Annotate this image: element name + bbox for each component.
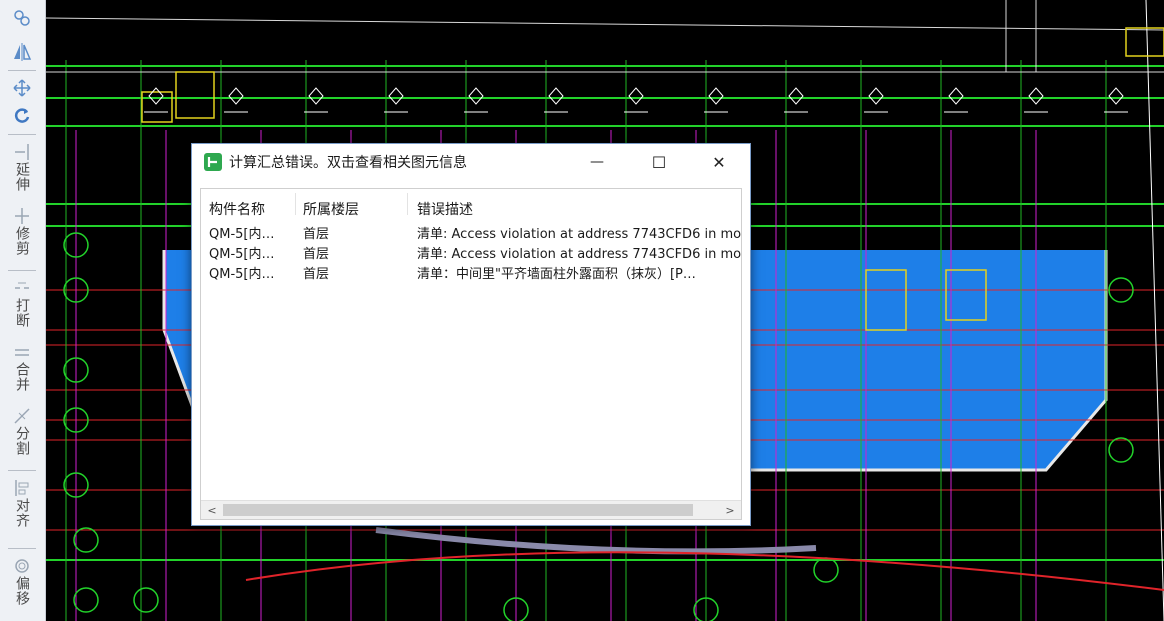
elevation-marker (388, 87, 404, 105)
elevation-marker (1108, 87, 1124, 105)
axis-bubble (813, 557, 839, 583)
mirror-icon (11, 42, 33, 62)
maximize-button[interactable]: ☐ (636, 144, 682, 180)
break-icon (11, 278, 33, 298)
elevation-marker (228, 87, 244, 105)
offset-icon (11, 556, 33, 576)
stair-outline (141, 91, 173, 123)
copy-icon (11, 8, 33, 28)
column-header-description[interactable]: 错误描述 (417, 199, 473, 219)
extend-icon (11, 142, 33, 162)
floor-name: 首层 (303, 267, 330, 282)
extend-label: 延伸 (14, 162, 30, 192)
error-description: 清单: Access violation at address 7743CFD6… (417, 247, 742, 262)
scroll-right-button[interactable]: > (721, 501, 739, 519)
mirror-button[interactable] (6, 42, 38, 62)
dialog-titlebar[interactable]: 计算汇总错误。双击查看相关图元信息 — ☐ ✕ (192, 144, 750, 180)
stair-outline (1125, 27, 1164, 57)
offset-label: 偏移 (14, 576, 30, 606)
ramp-path (375, 527, 817, 555)
modify-toolbar: 延伸 修剪 打断 合并 分割 对齐 偏移 (0, 0, 46, 621)
error-row[interactable]: QM-5[内… 首层 清单：中间里"平齐墙面柱外露面积（抹灰）[P… (201, 265, 741, 285)
break-button[interactable]: 打断 (6, 278, 38, 328)
trim-label: 修剪 (14, 226, 30, 256)
axis-bubble (133, 587, 159, 613)
floor-name: 首层 (303, 247, 330, 262)
toolbar-separator (8, 470, 36, 471)
extend-button[interactable]: 延伸 (6, 142, 38, 192)
toolbar-separator (8, 548, 36, 549)
scroll-left-button[interactable]: < (203, 501, 221, 519)
error-description: 清单：中间里"平齐墙面柱外露面积（抹灰）[P… (417, 267, 696, 282)
elevation-marker (868, 87, 884, 105)
move-button[interactable] (6, 78, 38, 98)
error-list[interactable]: 构件名称 所属楼层 错误描述 QM-5[内… 首层 清单: Access vio… (200, 188, 742, 520)
floor-name: 首层 (303, 227, 330, 242)
component-name: QM-5[内… (209, 267, 275, 282)
column-divider[interactable] (295, 193, 296, 215)
dialog-title: 计算汇总错误。双击查看相关图元信息 (229, 155, 467, 171)
axis-bubble (73, 587, 99, 613)
elevation-marker (948, 87, 964, 105)
mirror-copy-button[interactable] (6, 8, 38, 28)
cad-line (1145, 0, 1164, 621)
minimize-button[interactable]: — (574, 144, 620, 180)
stair-outline (175, 71, 215, 119)
merge-button[interactable]: 合并 (6, 342, 38, 392)
component-name: QM-5[内… (209, 247, 275, 262)
scrollbar-thumb[interactable] (223, 504, 693, 516)
elevation-marker (468, 87, 484, 105)
elevation-marker (788, 87, 804, 105)
break-label: 打断 (14, 298, 30, 328)
error-row[interactable]: QM-5[内… 首层 清单: Access violation at addre… (201, 245, 741, 265)
elevation-marker (708, 87, 724, 105)
split-icon (11, 406, 33, 426)
rotate-button[interactable] (6, 106, 38, 126)
merge-label: 合并 (14, 362, 30, 392)
split-label: 分割 (14, 426, 30, 456)
rotate-icon (11, 106, 33, 126)
align-icon (11, 478, 33, 498)
column-divider[interactable] (407, 193, 408, 215)
close-button[interactable]: ✕ (696, 144, 742, 180)
calculation-error-dialog: 计算汇总错误。双击查看相关图元信息 — ☐ ✕ 构件名称 所属楼层 错误描述 Q… (191, 143, 751, 526)
merge-icon (11, 342, 33, 362)
elevation-marker (1028, 87, 1044, 105)
error-row[interactable]: QM-5[内… 首层 清单: Access violation at addre… (201, 225, 741, 245)
axis-bubble (73, 527, 99, 553)
move-icon (11, 78, 33, 98)
trim-button[interactable]: 修剪 (6, 206, 38, 256)
toolbar-separator (8, 134, 36, 135)
elevation-marker (548, 87, 564, 105)
align-label: 对齐 (14, 498, 30, 528)
horizontal-scrollbar[interactable]: < > (201, 500, 741, 519)
offset-button[interactable]: 偏移 (6, 556, 38, 606)
axis-bubble (1108, 437, 1134, 463)
elevation-marker (308, 87, 324, 105)
component-name: QM-5[内… (209, 227, 275, 242)
split-button[interactable]: 分割 (6, 406, 38, 456)
curve-path (245, 551, 1164, 591)
cad-line (46, 17, 1164, 31)
toolbar-separator (8, 70, 36, 71)
trim-icon (11, 206, 33, 226)
error-description: 清单: Access violation at address 7743CFD6… (417, 227, 742, 242)
align-button[interactable]: 对齐 (6, 478, 38, 528)
column-header-component[interactable]: 构件名称 (209, 199, 265, 219)
app-logo-icon (204, 153, 222, 171)
column-header-floor[interactable]: 所属楼层 (303, 199, 359, 219)
toolbar-separator (8, 270, 36, 271)
elevation-marker (148, 87, 164, 105)
elevation-marker (628, 87, 644, 105)
